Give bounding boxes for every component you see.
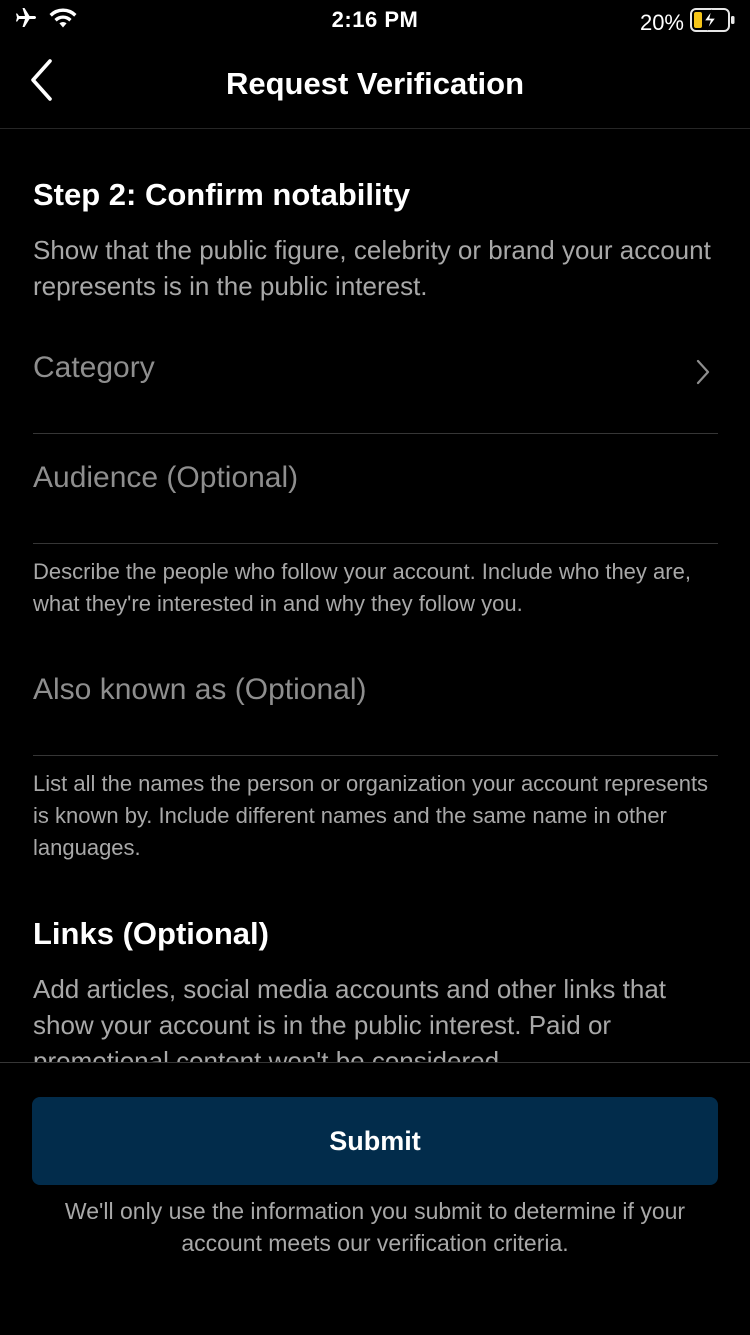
nav-bar: Request Verification (0, 40, 750, 129)
also-known-as-help-text: List all the names the person or organiz… (33, 771, 709, 860)
audience-label: Audience (Optional) (33, 461, 299, 494)
battery-percent: 20% (639, 9, 684, 35)
step-title: Step 2: Confirm notability (33, 177, 411, 212)
page-title: Request Verification (225, 66, 525, 101)
chevron-right-icon (696, 359, 710, 390)
links-title: Links (Optional) (33, 916, 269, 951)
category-field[interactable]: Category (33, 323, 718, 434)
step-description: Show that the public figure, celebrity o… (33, 235, 711, 301)
status-right: 20% (640, 7, 736, 38)
also-known-as-label: Also known as (Optional) (33, 673, 367, 706)
links-description: Add articles, social media accounts and … (33, 974, 667, 1062)
audience-field[interactable]: Audience (Optional) (33, 433, 718, 544)
battery-charging-icon (690, 7, 736, 38)
form-content[interactable]: Step 2: Confirm notability Show that the… (0, 129, 750, 1062)
status-time: 2:16 PM (331, 7, 419, 32)
category-label: Category (33, 351, 155, 384)
also-known-as-field[interactable]: Also known as (Optional) (33, 645, 718, 756)
status-bar: 2:16 PM 20% (0, 0, 750, 40)
footer: Submit We'll only use the information yo… (0, 1062, 750, 1335)
audience-help-text: Describe the people who follow your acco… (33, 559, 691, 616)
submit-button[interactable]: Submit (32, 1097, 718, 1185)
footer-note: We'll only use the information you submi… (64, 1198, 686, 1256)
